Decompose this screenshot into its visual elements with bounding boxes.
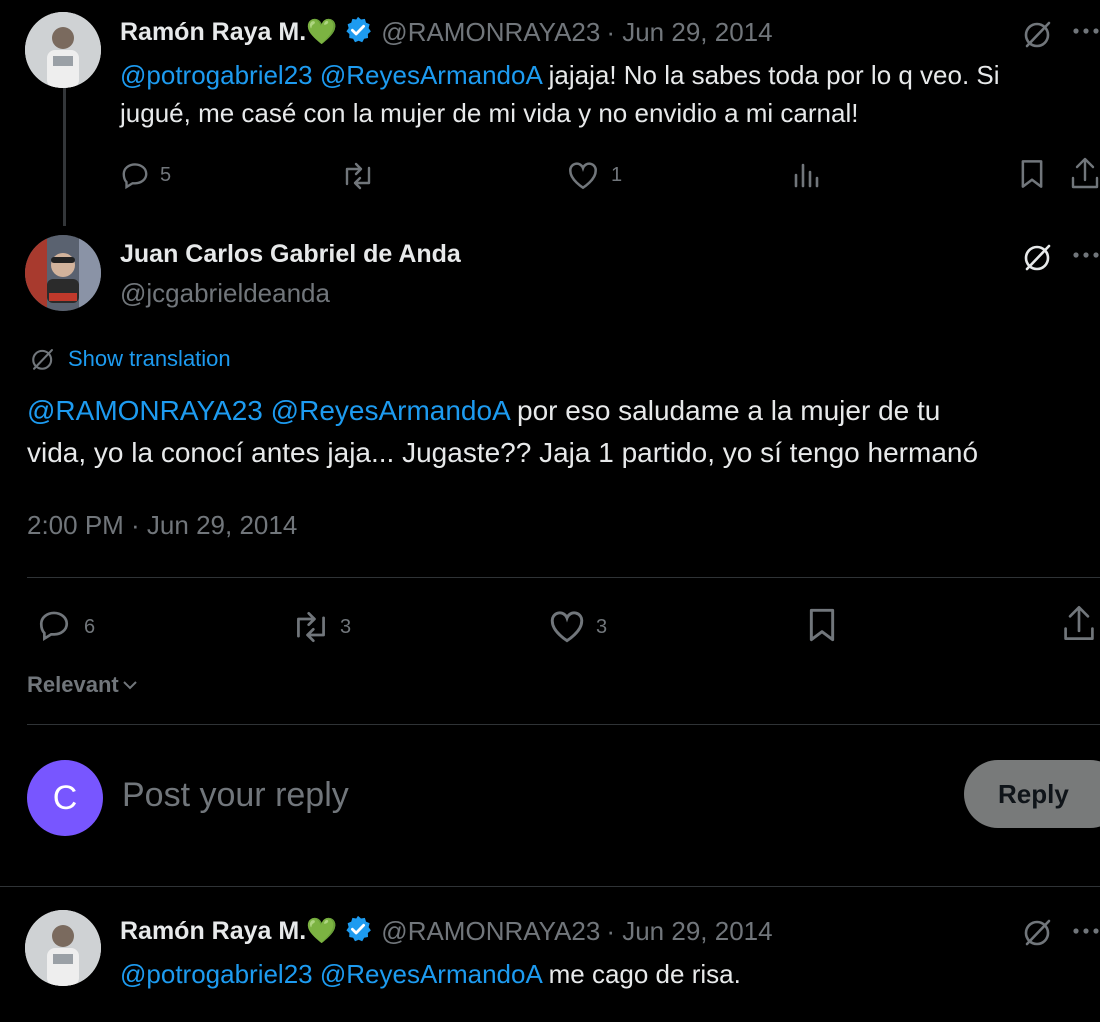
repost-count: 3 [340,616,352,638]
more-icon[interactable] [1072,250,1100,260]
mention-link[interactable]: @ReyesArmandoA [320,959,542,989]
reply-input[interactable]: Post your reply [122,776,349,815]
tweet-text: @potrogabriel23 @ReyesArmandoA jajaja! N… [120,56,1095,132]
repost-icon[interactable] [290,611,332,643]
mention-link[interactable]: @ReyesArmandoA [320,60,542,90]
mention-link[interactable]: @potrogabriel23 [120,60,313,90]
grok-icon[interactable] [1022,916,1054,948]
show-translation-label[interactable]: Show translation [68,346,231,372]
verified-badge-icon [343,914,373,949]
mention-link[interactable]: @ReyesArmandoA [271,395,510,426]
verified-badge-icon [343,15,373,50]
chevron-down-icon [121,678,139,692]
tweet-header: Ramón Raya M.💚 @RAMONRAYA23 · Jun 29, 20… [120,913,773,949]
repost-icon[interactable] [340,162,376,190]
avatar-photo [25,12,101,88]
share-icon[interactable] [1070,156,1100,190]
tweet-text-line1: me cago de risa. [548,959,741,989]
like-count: 1 [611,164,623,186]
post-date[interactable]: · Jun 29, 2014 [606,17,772,48]
avatar-photo [25,235,101,311]
bookmark-icon[interactable] [1018,158,1046,190]
author-name[interactable]: Ramón Raya M.💚 [120,917,337,946]
avatar[interactable] [25,910,101,986]
show-translation[interactable]: Show translation [30,346,231,372]
tweet-text-line2: vida, yo la conocí antes jaja... Jugaste… [27,437,979,468]
more-icon[interactable] [1072,26,1100,36]
author-name[interactable]: Juan Carlos Gabriel de Anda [120,240,461,269]
sort-dropdown[interactable]: Relevant [27,672,139,698]
avatar[interactable] [25,235,101,311]
like-count: 3 [596,616,608,638]
like-icon[interactable] [567,160,599,190]
divider [27,724,1100,725]
reply-icon[interactable] [36,608,72,642]
reply-count: 6 [84,616,96,638]
like-icon[interactable] [548,609,586,643]
sort-label: Relevant [27,672,119,697]
divider [0,886,1100,887]
composer-avatar-letter: C [52,778,78,817]
views-icon[interactable] [792,160,822,190]
thread-line [63,86,66,226]
author-name[interactable]: Ramón Raya M.💚 [120,18,337,47]
post-date[interactable]: · Jun 29, 2014 [606,916,772,947]
mention-link[interactable]: @RAMONRAYA23 [27,395,263,426]
tweet-header: Ramón Raya M.💚 @RAMONRAYA23 · Jun 29, 20… [120,14,773,50]
author-handle[interactable]: @RAMONRAYA23 [381,916,600,947]
avatar[interactable] [25,12,101,88]
tweet-text-line1: por eso saludame a la mujer de tu [517,395,941,426]
grok-icon[interactable] [1022,18,1054,50]
more-icon[interactable] [1072,926,1100,936]
post-timestamp[interactable]: 2:00 PM · Jun 29, 2014 [27,510,297,541]
tweet-text: @RAMONRAYA23 @ReyesArmandoA por eso salu… [27,390,1100,474]
avatar-photo [25,910,101,986]
reply-button[interactable]: Reply [964,760,1100,828]
tweet-text-line1: jajaja! No la sabes toda por lo q veo. S… [548,60,1000,90]
author-handle[interactable]: @RAMONRAYA23 [381,17,600,48]
bookmark-icon[interactable] [806,606,838,644]
reply-button-label: Reply [998,778,1069,809]
reply-icon[interactable] [120,160,150,190]
composer-avatar[interactable]: C [27,760,103,836]
divider [27,577,1100,578]
author-handle[interactable]: @jcgabrieldeanda [120,278,330,309]
share-icon[interactable] [1062,604,1096,642]
mention-link[interactable]: @potrogabriel23 [120,959,313,989]
grok-icon[interactable] [1022,241,1054,273]
tweet-text: @potrogabriel23 @ReyesArmandoA me cago d… [120,955,741,993]
translate-icon [30,346,56,372]
tweet-text-line2: jugué, me casé con la mujer de mi vida y… [120,98,859,128]
reply-count: 5 [160,164,172,186]
